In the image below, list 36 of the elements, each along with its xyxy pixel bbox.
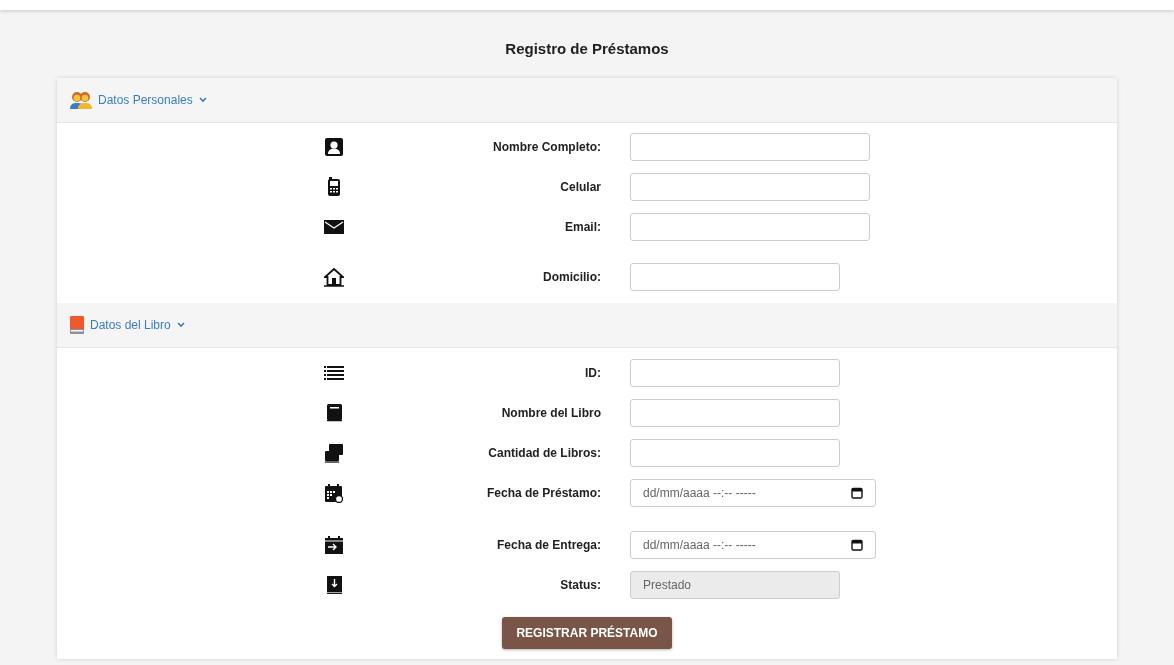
calendar-clock-icon [324,483,344,503]
input-field[interactable]: Prestado [630,571,840,599]
field-label: Cantidad de Libros: [487,446,601,460]
field-label: Celular [559,180,601,194]
input-field[interactable] [630,399,840,427]
date-time-field[interactable]: dd/mm/aaaa --:-- ----- [630,479,876,507]
person-icon [324,137,344,157]
section-header[interactable]: Datos Personales [57,78,1117,123]
input-field[interactable] [630,359,840,387]
field-label: Domicilio: [542,270,601,284]
book-icon [70,316,84,334]
input-field[interactable] [630,173,870,201]
field-label: Nombre Completo: [492,140,601,154]
input-field[interactable] [630,133,870,161]
input-field[interactable] [630,263,840,291]
field-label: ID: [584,366,601,380]
field-label: Fecha de Préstamo: [485,486,601,500]
envelope-icon [324,217,344,237]
section-header[interactable]: Datos del Libro [57,303,1117,348]
book-icon [324,403,344,423]
field-label: Email: [564,220,601,234]
input-field[interactable] [630,439,840,467]
field-label: Nombre del Libro [500,406,601,420]
page-title: Registro de Préstamos [505,40,669,58]
house-icon [324,267,344,287]
field-label: Fecha de Entrega: [495,538,601,552]
date-time-field[interactable]: dd/mm/aaaa --:-- ----- [630,531,876,559]
people-icon [70,91,92,109]
field-label: Status: [559,578,601,592]
calendar-icon [851,487,863,499]
submit-button[interactable]: REGISTRAR PRÉSTAMO [502,617,672,649]
books-icon [324,443,344,463]
input-field[interactable] [630,213,870,241]
book-download-icon [324,575,344,595]
calendar-icon [851,539,863,551]
list-icon [324,363,344,383]
